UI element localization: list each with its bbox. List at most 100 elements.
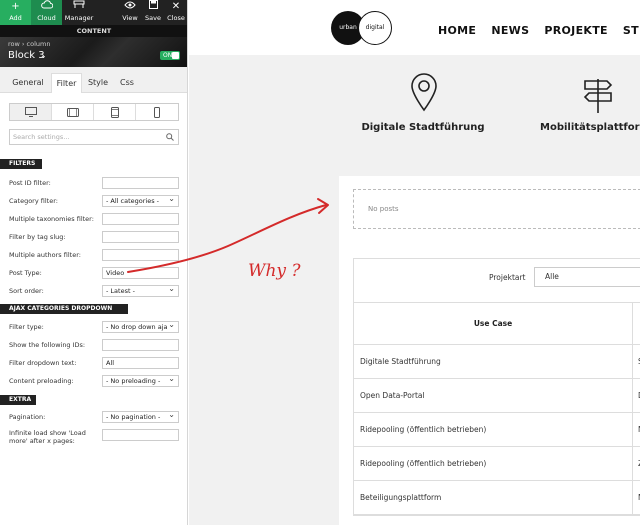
projektart-label: Projektart: [489, 273, 526, 282]
content-label: CONTENT: [0, 25, 187, 37]
tablet-landscape-device-button[interactable]: [52, 104, 94, 120]
view-button[interactable]: View: [118, 0, 142, 25]
tablet-portrait-icon: [110, 106, 119, 118]
section-ajax-categories-dropdown: AJAX CATEGORIES DROPDOWN: [0, 304, 128, 314]
infinite-load-label: Infinite load show 'Load more' after x p…: [9, 429, 86, 445]
table-filter-row: Projektart Alle: [354, 259, 640, 303]
multiple-authors-filter-input[interactable]: [102, 249, 179, 261]
table-row[interactable]: Digitale Stadtführung S: [354, 345, 640, 379]
phone-icon: [154, 106, 160, 118]
no-posts-placeholder: No posts: [353, 189, 640, 229]
show-ids-label: Show the following IDs:: [9, 341, 86, 349]
settings-search: [9, 129, 179, 145]
column-header-use-case[interactable]: Use Case: [354, 319, 632, 328]
post-type-input[interactable]: [102, 267, 179, 279]
show-ids-input[interactable]: [102, 339, 179, 351]
use-case-cell: Ridepooling (öffentlich betrieben): [360, 459, 487, 468]
pagination-select[interactable]: - No pagination -: [102, 410, 179, 423]
multiple-taxonomies-filter-input[interactable]: [102, 213, 179, 225]
site-preview: urban digital HOME NEWS PROJEKTE STRATEG…: [189, 0, 640, 525]
post-type-label: Post Type:: [9, 269, 42, 277]
close-icon: ✕: [171, 1, 181, 12]
table-row[interactable]: Ridepooling (öffentlich betrieben) Z: [354, 447, 640, 481]
column-divider: [632, 379, 633, 412]
filter-type-value: - No drop down aja: [106, 323, 168, 331]
content-preloading-value: - No preloading -: [106, 377, 161, 385]
tag-slug-filter-input[interactable]: [102, 231, 179, 243]
multiple-authors-filter-label: Multiple authors filter:: [9, 251, 81, 259]
close-button[interactable]: ✕ Close: [164, 0, 187, 25]
content-area: No posts Projektart Alle Use Case Digita…: [339, 176, 640, 525]
plus-icon: +: [11, 1, 20, 12]
breadcrumb[interactable]: row › column: [8, 40, 50, 48]
section-filters: FILTERS: [0, 159, 42, 169]
toggle-label: ON: [163, 52, 173, 59]
block-header: row › column Block 3 ⌄ ON: [0, 37, 187, 67]
table-row[interactable]: Ridepooling (öffentlich betrieben) N: [354, 413, 640, 447]
main-nav: HOME NEWS PROJEKTE STRATEGIE: [438, 19, 640, 37]
toggle-knob: [172, 52, 179, 59]
tablet-landscape-icon: [66, 107, 79, 117]
column-divider: [632, 303, 633, 344]
feature-title: Digitale Stadtführung: [361, 122, 485, 133]
use-case-cell: Ridepooling (öffentlich betrieben): [360, 425, 487, 434]
site-logo[interactable]: urban digital: [331, 9, 393, 47]
editor-panel: + Add Cloud Manager View Save ✕ Close CO…: [0, 0, 188, 525]
category-filter-label: Category filter:: [9, 197, 58, 205]
section-extra: EXTRA: [0, 395, 36, 405]
nav-projekte[interactable]: PROJEKTE: [544, 24, 607, 37]
nav-home[interactable]: HOME: [438, 24, 476, 37]
tab-style[interactable]: Style: [84, 73, 112, 93]
tab-filter[interactable]: Filter: [51, 73, 82, 93]
filter-type-label: Filter type:: [9, 323, 44, 331]
manager-button[interactable]: Manager: [62, 0, 96, 25]
use-case-cell: Beteiligungsplattform: [360, 493, 442, 502]
category-filter-value: - All categories -: [106, 197, 160, 205]
multiple-taxonomies-filter-label: Multiple taxonomies filter:: [9, 215, 94, 223]
infinite-load-input[interactable]: [102, 429, 179, 441]
add-button[interactable]: + Add: [0, 0, 31, 25]
table-row[interactable]: Open Data-Portal D: [354, 379, 640, 413]
use-case-cell: Digitale Stadtführung: [360, 357, 441, 366]
use-case-cell: Open Data-Portal: [360, 391, 425, 400]
editor-toolbar: + Add Cloud Manager View Save ✕ Close: [0, 0, 187, 25]
post-id-filter-input[interactable]: [102, 177, 179, 189]
cloud-icon: [31, 0, 62, 14]
pagination-value: - No pagination -: [106, 413, 161, 421]
tab-general[interactable]: General: [8, 73, 48, 93]
filter-dropdown-text-input[interactable]: [102, 357, 179, 369]
use-case-table: Projektart Alle Use Case Digitale Stadtf…: [353, 258, 640, 516]
post-id-filter-label: Post ID filter:: [9, 179, 51, 187]
device-switcher: [9, 103, 179, 121]
on-toggle[interactable]: ON: [160, 51, 180, 60]
table-row[interactable]: Beteiligungsplattform M: [354, 481, 640, 515]
pagination-label: Pagination:: [9, 413, 46, 421]
desktop-device-button[interactable]: [10, 104, 52, 120]
column-divider: [632, 345, 633, 378]
projektart-select[interactable]: Alle: [534, 267, 640, 287]
tag-slug-filter-label: Filter by tag slug:: [9, 233, 66, 241]
screen: + Add Cloud Manager View Save ✕ Close CO…: [0, 0, 640, 525]
nav-news[interactable]: NEWS: [491, 24, 529, 37]
cloud-button[interactable]: Cloud: [31, 0, 62, 25]
tab-css[interactable]: Css: [116, 73, 138, 93]
nav-strategie[interactable]: STRATEGIE: [623, 24, 640, 37]
save-button[interactable]: Save: [142, 0, 164, 25]
manager-icon: [62, 0, 96, 14]
search-icon[interactable]: [166, 133, 174, 141]
feature-title: Mobilitätsplattform: [540, 122, 640, 133]
tablet-portrait-device-button[interactable]: [94, 104, 136, 120]
phone-device-button[interactable]: [136, 104, 178, 120]
sort-order-select[interactable]: - Latest -: [102, 284, 179, 297]
site-header: urban digital HOME NEWS PROJEKTE STRATEG…: [189, 0, 640, 55]
content-preloading-label: Content preloading:: [9, 377, 74, 385]
category-filter-select[interactable]: - All categories -: [102, 194, 179, 207]
table-header-row: Use Case: [354, 303, 640, 345]
filter-dropdown-text-label: Filter dropdown text:: [9, 359, 77, 367]
map-pin-icon: [411, 73, 437, 112]
content-preloading-select[interactable]: - No preloading -: [102, 374, 179, 387]
sort-order-value: - Latest -: [106, 287, 135, 295]
filter-type-select[interactable]: - No drop down aja: [102, 321, 179, 333]
search-input[interactable]: [13, 131, 163, 143]
chevron-down-icon[interactable]: ⌄: [40, 51, 47, 60]
